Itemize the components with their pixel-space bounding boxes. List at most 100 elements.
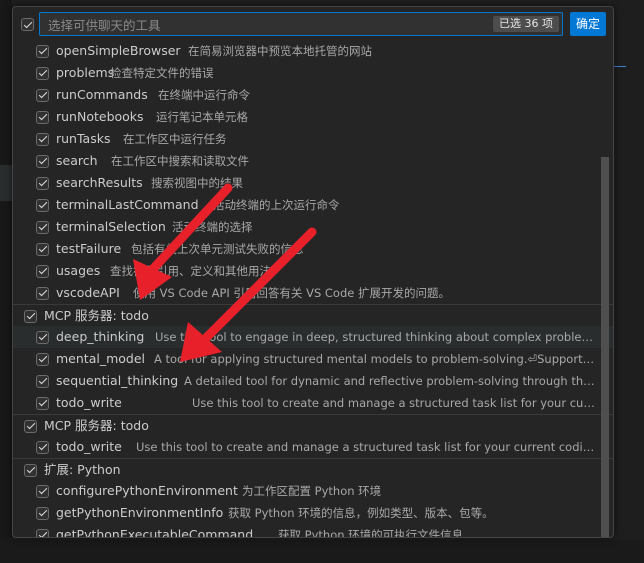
item-checkbox[interactable] [24,419,37,433]
item-checkbox[interactable] [24,463,37,477]
group-label: MCP 服务器: todo [44,418,149,433]
item-checkbox[interactable] [36,528,49,537]
tool-description: 活动终端的选择 [172,220,253,234]
tool-item[interactable]: sequential_thinking A detailed tool for d… [13,370,613,392]
tool-description: 为工作区配置 Python 环境 [242,484,382,498]
item-checkbox[interactable] [36,286,49,300]
tool-item[interactable]: todo_write Use this tool to create and ma… [13,436,613,458]
item-checkbox[interactable] [36,352,49,366]
list-scrollbar[interactable] [601,157,609,537]
group-header[interactable]: MCP 服务器: todo [13,414,613,437]
tool-item[interactable]: vscodeAPI 使用 VS Code API 引用回答有关 VS Code 扩… [13,282,613,304]
select-all-checkbox[interactable] [21,18,34,31]
item-checkbox[interactable] [36,242,49,256]
tool-description: 使用 VS Code API 引用回答有关 VS Code 扩展开发的问题。 [133,286,450,300]
tool-picker-quickpick: 已选 36 项 确定 openSimpleBrowser 在简易浏览器中预览本地托… [12,6,614,538]
tool-item[interactable]: terminalLastCommand 活动终端的上次运行命令 [13,194,613,216]
tool-item[interactable]: testFailure 包括有关上次单元测试失败的信息 [13,238,613,260]
item-checkbox[interactable] [36,330,49,344]
tool-name: getPythonEnvironmentInfo [56,505,224,520]
tool-description: 查找符号引用、定义和其他用法 [110,264,271,278]
tool-name: search [56,153,98,168]
item-checkbox[interactable] [36,66,49,80]
tool-description: 在工作区中搜索和读取文件 [111,154,249,168]
tool-name: terminalLastCommand [56,197,199,212]
item-checkbox[interactable] [24,309,37,323]
tool-item[interactable]: runNotebooks 运行笔记本单元格 [13,106,613,128]
group-header[interactable]: MCP 服务器: todo [13,304,613,327]
tool-name: searchResults [56,175,143,190]
tool-item[interactable]: getPythonExecutableCommand 获取 Python 环境的可… [13,524,613,537]
tool-name: todo_write [56,395,122,410]
tool-item[interactable]: usages 查找符号引用、定义和其他用法 [13,260,613,282]
item-checkbox[interactable] [36,264,49,278]
tool-item[interactable]: mental_model A tool for applying structur… [13,348,613,370]
tool-name: configurePythonEnvironment [56,483,238,498]
search-input[interactable] [46,15,500,35]
ok-button[interactable]: 确定 [570,12,606,36]
tool-description: 在终端中运行命令 [158,88,250,102]
tool-item[interactable]: openSimpleBrowser 在简易浏览器中预览本地托管的网站 [13,40,613,62]
tool-item[interactable]: terminalSelection 活动终端的选择 [13,216,613,238]
tool-description: 活动终端的上次运行命令 [213,198,340,212]
tool-name: problems [56,65,115,80]
tool-item[interactable]: runCommands 在终端中运行命令 [13,84,613,106]
search-box: 已选 36 项 [39,12,563,36]
tool-name: runTasks [56,131,111,146]
item-checkbox[interactable] [36,88,49,102]
tool-item[interactable]: search 在工作区中搜索和读取文件 [13,150,613,172]
group-header[interactable]: 扩展: Python [13,458,613,481]
tool-name: getPythonExecutableCommand [56,527,254,537]
item-checkbox[interactable] [36,132,49,146]
tool-name: testFailure [56,241,122,256]
editor-line-highlight [0,165,12,183]
item-checkbox[interactable] [36,440,49,454]
item-checkbox[interactable] [36,176,49,190]
tool-description: 搜索视图中的结果 [151,176,243,190]
item-checkbox[interactable] [36,110,49,124]
tool-item[interactable]: searchResults 搜索视图中的结果 [13,172,613,194]
tool-name: vscodeAPI [56,285,120,300]
item-checkbox[interactable] [36,44,49,58]
tool-name: usages [56,263,101,278]
tool-name: deep_thinking [56,329,145,344]
tool-description: 获取 Python 环境的信息，例如类型、版本、包等。 [228,506,494,520]
tool-description: 在工作区中运行任务 [123,132,227,146]
group-label: 扩展: Python [44,462,121,477]
tool-item[interactable]: configurePythonEnvironment 为工作区配置 Python … [13,480,613,502]
tool-item[interactable]: todo_write Use this tool to create and ma… [13,392,613,414]
group-label: MCP 服务器: todo [44,308,149,323]
tool-description: A tool for applying structured mental mo… [154,352,599,366]
tool-item[interactable]: getPythonEnvironmentInfo 获取 Python 环境的信息，… [13,502,613,524]
item-checkbox[interactable] [36,220,49,234]
editor-background-bottom [0,540,644,563]
tool-item[interactable]: problems 检查特定文件的错误 [13,62,613,84]
tool-description: 运行笔记本单元格 [156,110,248,124]
editor-tab-indicator [612,46,626,67]
selected-count-badge: 已选 36 项 [493,16,559,32]
tool-item[interactable]: runTasks 在工作区中运行任务 [13,128,613,150]
tool-description: 检查特定文件的错误 [110,66,214,80]
tool-description: Use this tool to create and manage a str… [192,396,599,410]
tool-item[interactable]: deep_thinking Use this tool to engage in … [13,326,613,348]
item-checkbox[interactable] [36,396,49,410]
tool-description: 在简易浏览器中预览本地托管的网站 [188,44,372,58]
tool-description: Use this tool to create and manage a str… [136,440,599,454]
tool-list: openSimpleBrowser 在简易浏览器中预览本地托管的网站 problem… [13,40,613,537]
item-checkbox[interactable] [36,154,49,168]
tool-description: 获取 Python 环境的可执行文件信息 [278,528,464,537]
picker-header: 已选 36 项 确定 [13,7,613,43]
editor-background-right [612,0,644,563]
tool-name: runNotebooks [56,109,144,124]
tool-name: openSimpleBrowser [56,43,181,58]
tool-name: runCommands [56,87,148,102]
tool-description: 包括有关上次单元测试失败的信息 [131,242,304,256]
item-checkbox[interactable] [36,374,49,388]
tool-name: terminalSelection [56,219,166,234]
item-checkbox[interactable] [36,484,49,498]
editor-background-left [0,0,12,563]
tool-name: todo_write [56,439,122,454]
item-checkbox[interactable] [36,198,49,212]
item-checkbox[interactable] [36,506,49,520]
tool-description: A detailed tool for dynamic and reflecti… [184,374,599,388]
